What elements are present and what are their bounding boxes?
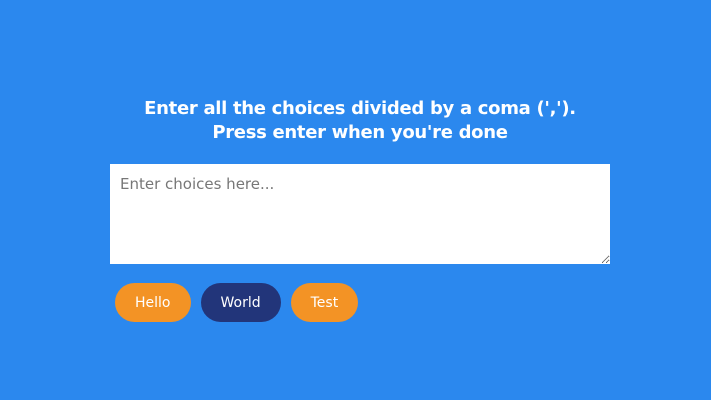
choices-input[interactable] xyxy=(110,164,610,264)
choice-tag-test[interactable]: Test xyxy=(290,283,359,322)
instructions-heading: Enter all the choices divided by a coma … xyxy=(110,97,610,145)
instructions-line-1: Enter all the choices divided by a coma … xyxy=(144,98,576,119)
choices-input-wrapper xyxy=(110,164,610,264)
choice-picker: Enter all the choices divided by a coma … xyxy=(110,97,610,322)
instructions-line-2: Press enter when you're done xyxy=(212,122,508,143)
choice-tag-hello[interactable]: Hello xyxy=(115,283,191,322)
choice-tag-world[interactable]: World xyxy=(200,283,281,322)
choice-tags: Hello World Test xyxy=(110,283,610,322)
